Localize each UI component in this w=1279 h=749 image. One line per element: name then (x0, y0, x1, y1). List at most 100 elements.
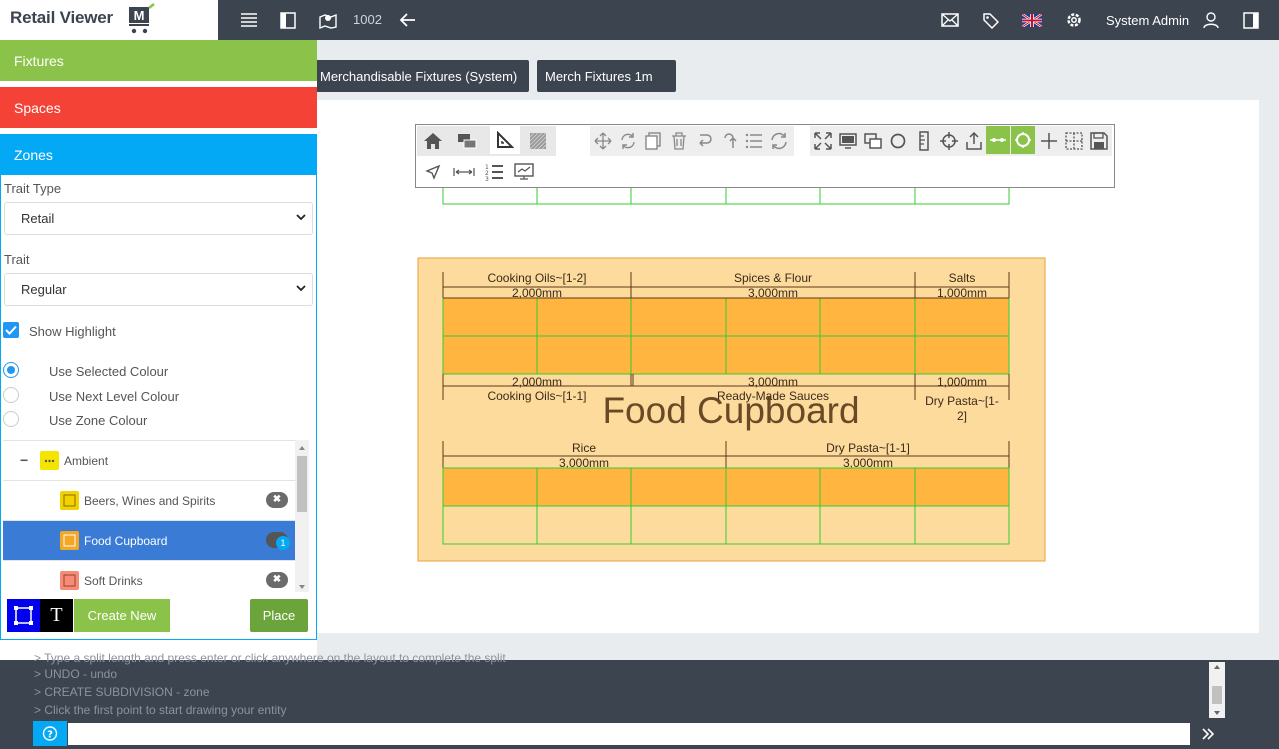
help-icon: ? (42, 726, 58, 741)
scroll-down-icon[interactable] (295, 582, 309, 592)
grid-icon[interactable] (1062, 129, 1086, 153)
ruler-icon[interactable] (912, 129, 936, 153)
place-button[interactable]: Place (250, 599, 308, 632)
trait-type-label: Trait Type (4, 181, 62, 196)
monitor-icon[interactable] (836, 129, 860, 153)
top-fixture-row (442, 297, 1010, 375)
zone-label: Food Cupboard (602, 390, 859, 431)
create-new-button[interactable]: Create New (74, 599, 170, 632)
crosshair-icon[interactable] (937, 129, 961, 153)
snap-line-icon[interactable] (986, 126, 1010, 154)
set-square-icon[interactable] (490, 126, 520, 154)
copy-icon[interactable] (641, 129, 665, 153)
console-line: > Type a split length and press enter or… (34, 651, 506, 665)
remove-button[interactable]: ✖ (266, 572, 288, 588)
help-button[interactable]: ? (33, 721, 67, 746)
trait-select[interactable]: Regular (4, 273, 313, 306)
export-icon[interactable] (962, 129, 986, 153)
layers-icon[interactable] (455, 129, 479, 153)
segment-width: 3,000mm (748, 286, 798, 300)
segment-name: Salts (949, 271, 976, 285)
tree-item-label: Ambient (64, 454, 109, 468)
rotate-icon[interactable] (616, 129, 640, 153)
segment-width: 1,000mm (937, 286, 987, 300)
tree-item-label: Beers, Wines and Spirits (84, 494, 216, 508)
tree-scrollbar[interactable] (295, 440, 309, 592)
use-next-level-colour-label: Use Next Level Colour (49, 389, 180, 404)
remove-button[interactable]: ✖ (266, 492, 288, 508)
dimension-icon[interactable] (452, 160, 476, 184)
show-highlight-checkbox[interactable] (3, 322, 19, 338)
command-input[interactable] (68, 723, 1190, 745)
use-selected-colour-radio[interactable] (3, 362, 19, 378)
delete-icon[interactable] (667, 129, 691, 153)
svg-text:?: ? (47, 730, 53, 741)
segment-width: 2,000mm (512, 286, 562, 300)
fixtures-section-header[interactable]: Fixtures (0, 40, 317, 81)
undo-icon[interactable] (692, 129, 716, 153)
segment-name: Spices & Flour (734, 271, 812, 285)
zone-swatch-icon (60, 531, 79, 550)
trait-type-select[interactable]: Retail (4, 202, 313, 235)
segment-name: Dry Pasta~[1- (925, 394, 999, 408)
console-line: > UNDO - undo (34, 667, 118, 681)
use-zone-colour-radio[interactable] (3, 411, 19, 427)
tree-item-beers-wines-spirits[interactable]: Beers, Wines and Spirits ✖ (3, 481, 295, 521)
segment-name: Rice (572, 441, 596, 455)
double-chevron-right-icon (1202, 728, 1215, 740)
move-icon[interactable] (591, 129, 615, 153)
rectangle-icon (14, 606, 33, 625)
spaces-section-header[interactable]: Spaces (0, 87, 317, 128)
tree-item-label: Soft Drinks (84, 574, 143, 588)
circle-icon[interactable] (886, 129, 910, 153)
numbered-list-icon[interactable]: 123 (482, 160, 506, 184)
zones-section-header[interactable]: Zones (0, 134, 317, 175)
upper-fixture-row (442, 185, 1010, 205)
console-scrollbar[interactable] (1209, 662, 1225, 718)
segment-name: Dry Pasta~[1-1] (826, 441, 910, 455)
windows-icon[interactable] (861, 129, 885, 153)
tree-item-ambient[interactable]: − Ambient (3, 441, 295, 481)
scroll-thumb[interactable] (297, 456, 307, 512)
zone-swatch-icon (60, 571, 79, 590)
presentation-icon[interactable] (512, 160, 536, 184)
rectangle-tool-button[interactable] (7, 599, 40, 632)
trait-label: Trait (4, 252, 30, 267)
text-tool-button[interactable]: T (40, 599, 73, 632)
refresh-icon[interactable] (767, 129, 791, 153)
run-command-button[interactable] (1196, 724, 1220, 744)
swatch-icon (40, 451, 59, 470)
plus-icon[interactable] (1037, 129, 1061, 153)
scroll-up-icon[interactable] (295, 443, 309, 453)
console-line: > CREATE SUBDIVISION - zone (34, 685, 210, 699)
save-icon[interactable] (1087, 129, 1111, 153)
fit-screen-icon[interactable] (811, 129, 835, 153)
pointer-icon[interactable] (421, 160, 445, 184)
segment-name: Cooking Oils~[1-1] (487, 389, 586, 403)
snap-circle-icon[interactable] (1011, 126, 1035, 154)
use-zone-colour-label: Use Zone Colour (49, 413, 148, 428)
drawing-toolbar: 123 (415, 124, 1115, 188)
chevron-down-icon (296, 214, 306, 221)
segment-width: 1,000mm (937, 375, 987, 389)
console-output: > Type a split length and press enter or… (33, 651, 1211, 720)
zone-tree: − Ambient Beers, Wines and Spirits ✖ Foo… (3, 440, 309, 592)
zone-swatch-icon (60, 491, 79, 510)
tree-item-label: Food Cupboard (84, 534, 168, 548)
use-next-level-colour-radio[interactable] (3, 387, 19, 403)
list-icon[interactable] (742, 129, 766, 153)
use-selected-colour-label: Use Selected Colour (49, 364, 169, 379)
count-badge: 1 (276, 536, 290, 550)
segment-name: 2] (957, 409, 967, 423)
show-highlight-label: Show Highlight (29, 324, 116, 339)
segment-width: 2,000mm (512, 375, 562, 389)
tree-item-food-cupboard[interactable]: Food Cupboard 1 (3, 521, 295, 561)
hatch-icon[interactable] (526, 129, 550, 153)
home-icon[interactable] (421, 129, 445, 153)
checkmark-icon (5, 325, 17, 335)
chevron-down-icon (296, 285, 306, 292)
collapse-icon[interactable]: − (20, 452, 28, 468)
redo-icon[interactable] (717, 129, 741, 153)
tree-item-soft-drinks[interactable]: Soft Drinks ✖ (3, 561, 295, 592)
svg-text:3: 3 (485, 176, 489, 182)
